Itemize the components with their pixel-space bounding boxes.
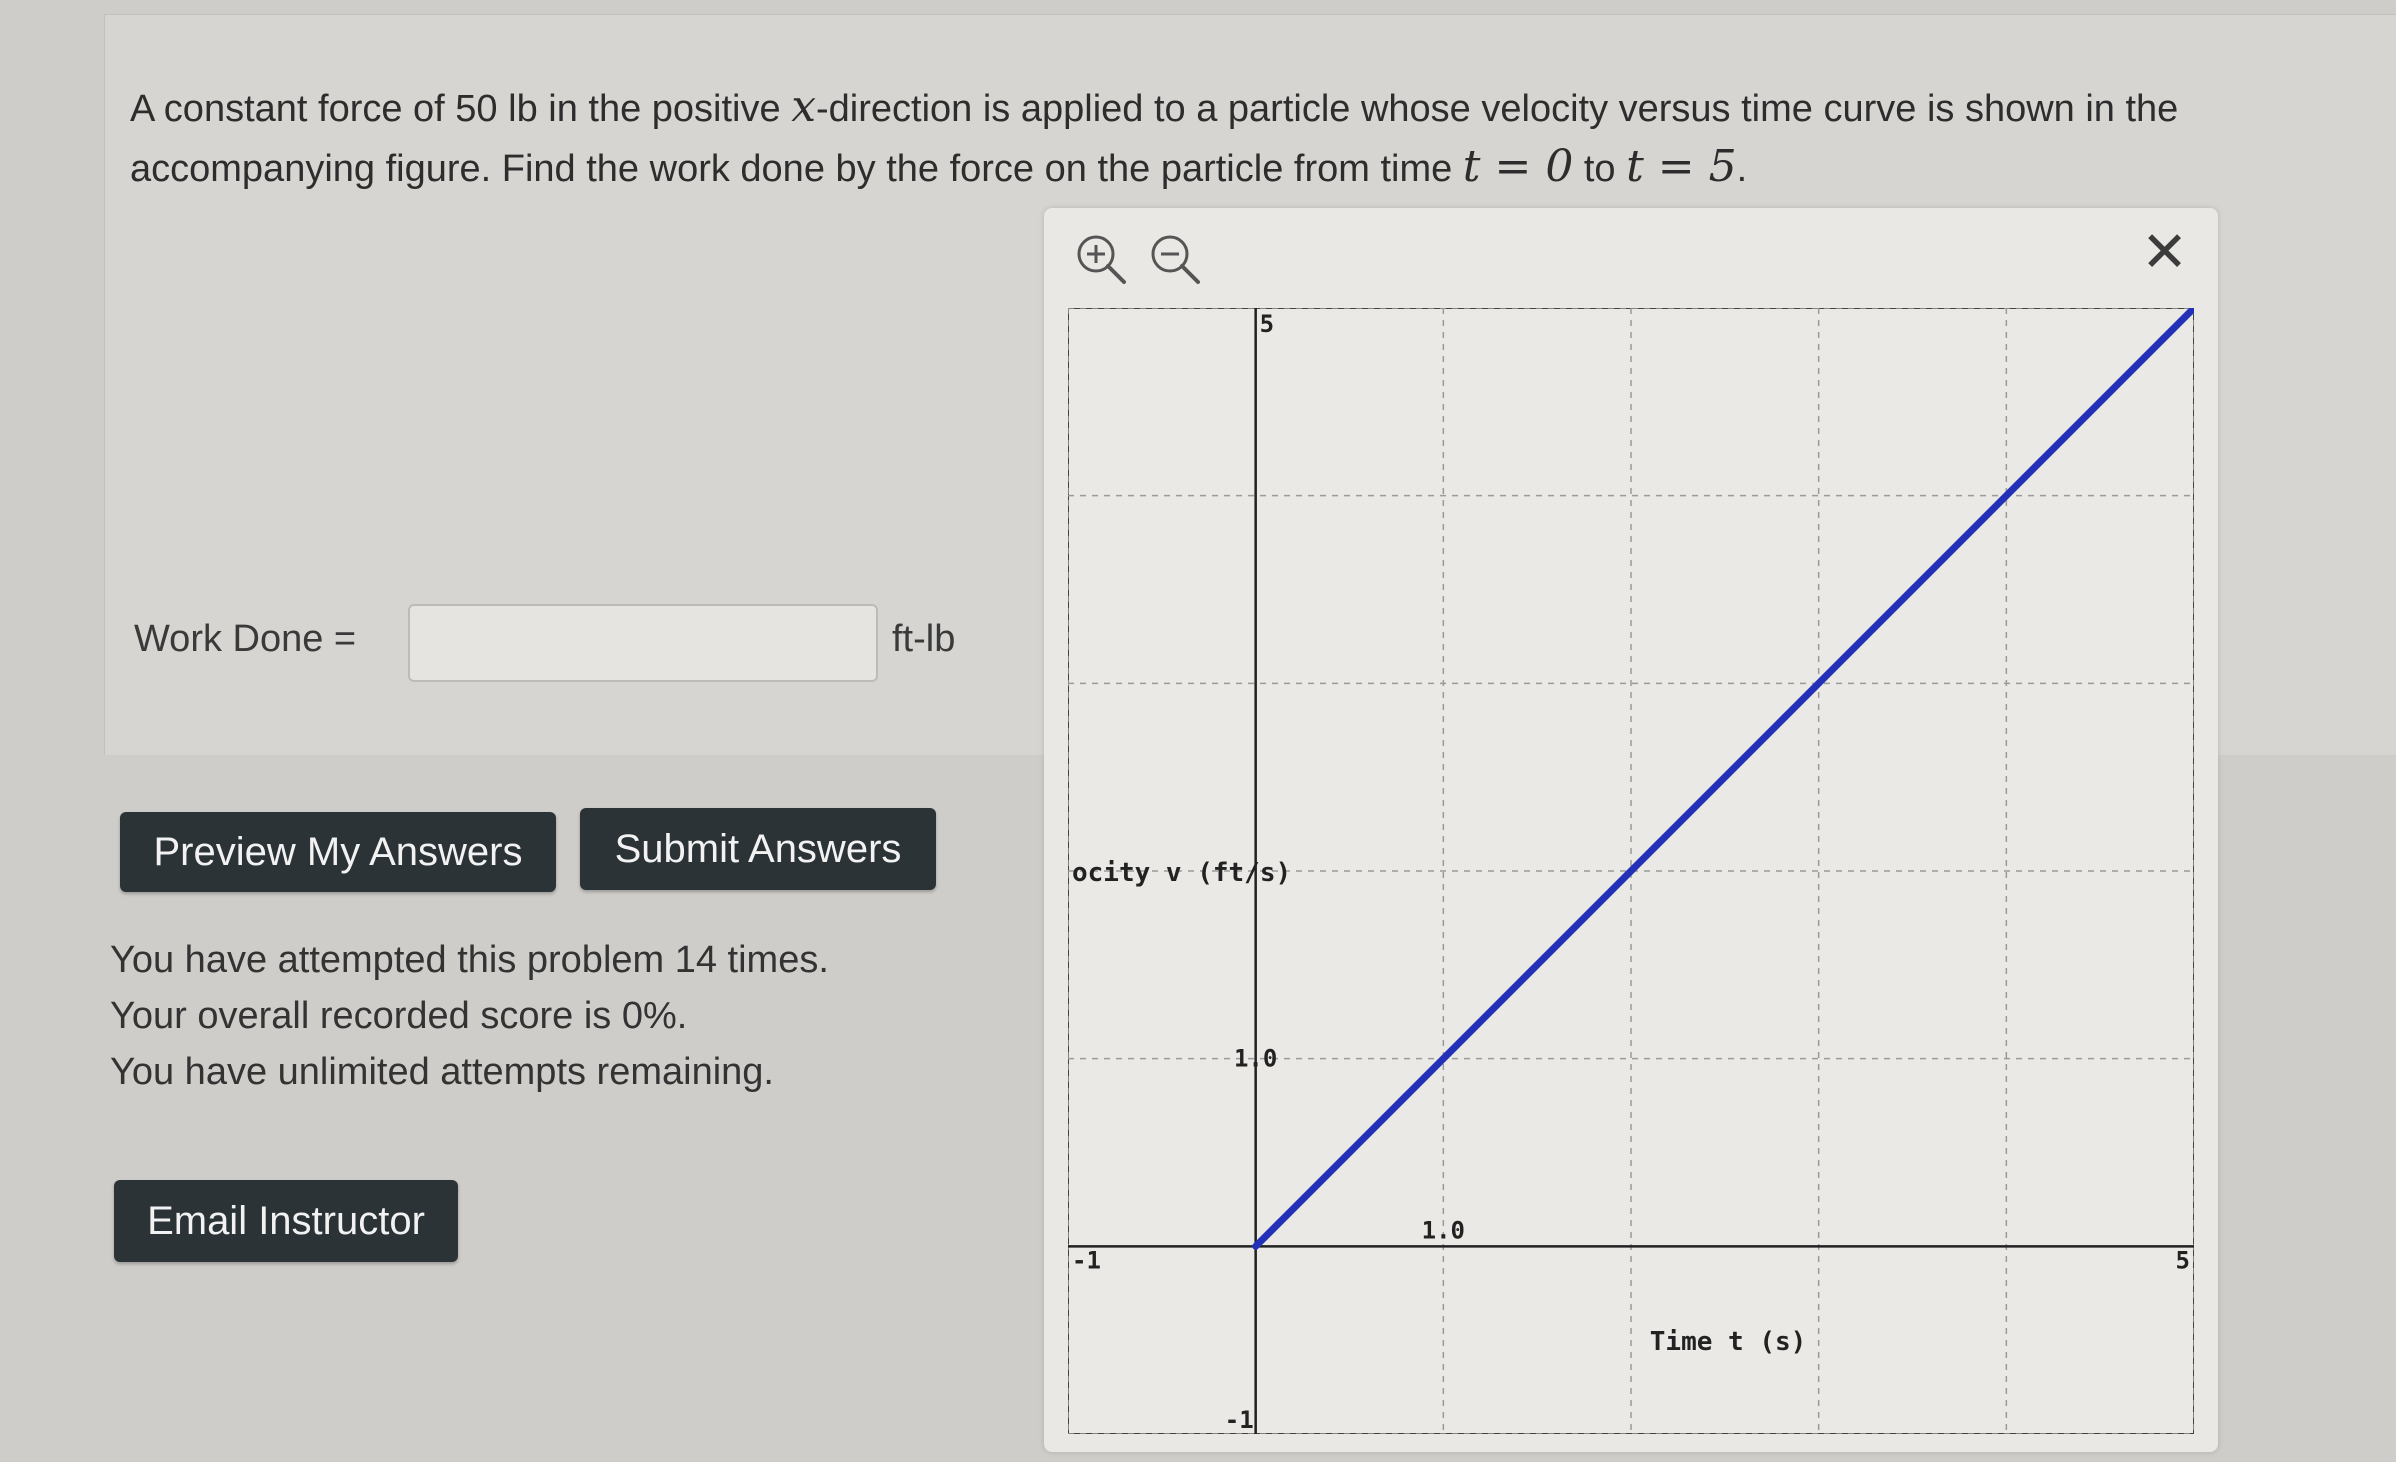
x-axis-label: Time t (s) [1650, 1327, 1807, 1357]
math-time-start: t = 0 [1462, 141, 1574, 192]
work-done-label: Work Done = [134, 618, 357, 660]
y-tick-label: -1 [1225, 1406, 1254, 1434]
unit-label: ft-lb [892, 618, 956, 660]
math-time-end: t = 5 [1626, 141, 1737, 192]
problem-text-end: . [1736, 148, 1748, 190]
problem-text-to: to [1573, 148, 1627, 190]
y-tick-label: 1.0 [1234, 1045, 1277, 1073]
attempt-status: You have attempted this problem 14 times… [110, 932, 829, 1100]
x-tick-label: 1.0 [1422, 1216, 1465, 1244]
work-done-input[interactable] [408, 604, 878, 682]
x-tick-label: -1 [1072, 1246, 1101, 1274]
graph-popup: ✕ -1 1.0 5 -1 1.0 5 ocity v (ft/s) Time t (s) [1044, 208, 2218, 1452]
velocity-time-chart: -1 1.0 5 -1 1.0 5 ocity v (ft/s) Time t (s) [1068, 308, 2194, 1434]
problem-text-part-1: A constant force of 50 lb in the positiv… [130, 88, 792, 130]
remaining-attempts-text: You have unlimited attempts remaining. [110, 1051, 774, 1093]
close-icon[interactable]: ✕ [2141, 220, 2188, 285]
zoom-out-icon[interactable] [1146, 230, 1206, 290]
problem-statement: A constant force of 50 lb in the positiv… [130, 78, 2330, 198]
preview-answers-button[interactable]: Preview My Answers [120, 812, 556, 892]
y-axis-label: ocity v (ft/s) [1072, 858, 1291, 888]
attempts-text: You have attempted this problem 14 times… [110, 939, 829, 981]
email-instructor-button[interactable]: Email Instructor [114, 1180, 458, 1262]
math-variable-x: x [791, 81, 817, 132]
x-tick-label: 5 [2176, 1246, 2190, 1274]
score-text: Your overall recorded score is 0%. [110, 995, 688, 1037]
y-tick-label: 5 [1260, 310, 1274, 338]
zoom-in-icon[interactable] [1072, 230, 1132, 290]
submit-answers-button[interactable]: Submit Answers [580, 808, 936, 890]
